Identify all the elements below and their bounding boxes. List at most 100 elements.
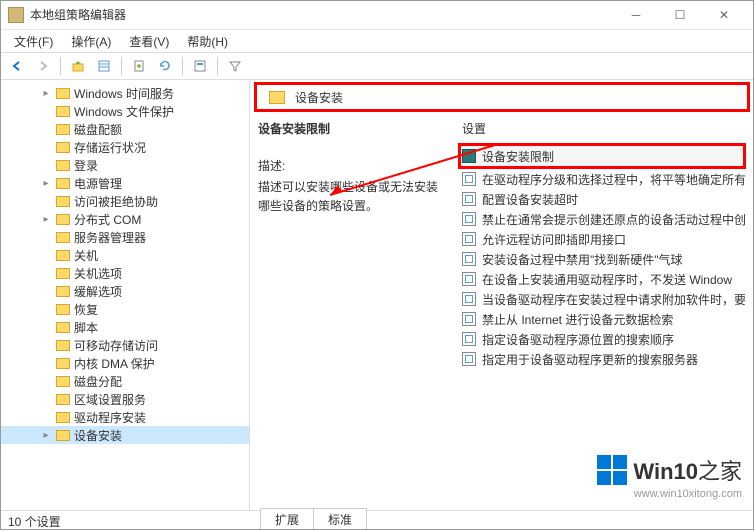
tree-item[interactable]: ▸关机 — [0, 246, 249, 264]
tree-label: 区域设置服务 — [74, 391, 146, 408]
setting-policy[interactable]: 配置设备安装超时 — [458, 189, 746, 209]
tree-label: 存储运行状况 — [74, 139, 146, 156]
tree-item[interactable]: ▸登录 — [0, 156, 249, 174]
setting-label: 配置设备安装超时 — [482, 191, 578, 208]
tree-label: 可移动存储访问 — [74, 337, 158, 354]
tree-label: 设备安装 — [74, 427, 122, 444]
folder-icon — [56, 196, 70, 207]
expand-arrow-icon[interactable]: ▸ — [40, 430, 52, 441]
minimize-button[interactable]: ─ — [614, 1, 658, 29]
policy-icon — [462, 232, 476, 246]
tree-label: 磁盘分配 — [74, 373, 122, 390]
tree-label: 关机 — [74, 247, 98, 264]
expand-arrow-icon[interactable]: ▸ — [40, 88, 52, 99]
refresh-button[interactable] — [154, 55, 176, 77]
tree-panel[interactable]: ▸Windows 时间服务▸Windows 文件保护▸磁盘配额▸存储运行状况▸登… — [0, 80, 250, 510]
folder-icon — [56, 268, 70, 279]
tree-item[interactable]: ▸脚本 — [0, 318, 249, 336]
filter-button[interactable] — [224, 55, 246, 77]
maximize-button[interactable]: ☐ — [658, 1, 702, 29]
setting-label: 禁止从 Internet 进行设备元数据检索 — [482, 311, 673, 328]
tree-item[interactable]: ▸存储运行状况 — [0, 138, 249, 156]
setting-policy[interactable]: 在设备上安装通用驱动程序时，不发送 Window — [458, 269, 746, 289]
tree-item[interactable]: ▸Windows 文件保护 — [0, 102, 249, 120]
separator — [182, 57, 183, 75]
setting-policy[interactable]: 指定设备驱动程序源位置的搜索顺序 — [458, 329, 746, 349]
menu-action[interactable]: 操作(A) — [63, 31, 119, 52]
menu-file[interactable]: 文件(F) — [6, 31, 61, 52]
setting-policy[interactable]: 当设备驱动程序在安装过程中请求附加软件时，要 — [458, 289, 746, 309]
tree-item[interactable]: ▸内核 DMA 保护 — [0, 354, 249, 372]
folder-icon — [56, 322, 70, 333]
folder-icon — [269, 91, 285, 104]
folder-icon — [56, 106, 70, 117]
expand-arrow-icon[interactable]: ▸ — [40, 214, 52, 225]
list-button[interactable] — [93, 55, 115, 77]
setting-label: 指定用于设备驱动程序更新的搜索服务器 — [482, 351, 698, 368]
tree-label: 磁盘配额 — [74, 121, 122, 138]
tree-item[interactable]: ▸磁盘分配 — [0, 372, 249, 390]
folder-icon — [56, 358, 70, 369]
tree-label: Windows 文件保护 — [74, 103, 174, 120]
tab-standard[interactable]: 标准 — [313, 508, 367, 530]
folder-icon — [56, 250, 70, 261]
tree-item[interactable]: ▸驱动程序安装 — [0, 408, 249, 426]
tab-extended[interactable]: 扩展 — [260, 508, 313, 530]
tree-label: 登录 — [74, 157, 98, 174]
column-header[interactable]: 设置 — [458, 120, 746, 137]
folder-icon — [56, 160, 70, 171]
folder-icon — [56, 286, 70, 297]
up-button[interactable] — [67, 55, 89, 77]
policy-icon — [462, 352, 476, 366]
setting-folder[interactable]: 设备安装限制 — [458, 143, 746, 169]
folder-icon — [56, 214, 70, 225]
folder-icon — [56, 142, 70, 153]
tree-label: 分布式 COM — [74, 211, 141, 228]
tree-item[interactable]: ▸ 设备安装 — [0, 426, 249, 444]
tree-item[interactable]: ▸缓解选项 — [0, 282, 249, 300]
tree-item[interactable]: ▸区域设置服务 — [0, 390, 249, 408]
tree-item[interactable]: ▸磁盘配额 — [0, 120, 249, 138]
properties-button[interactable] — [189, 55, 211, 77]
menu-view[interactable]: 查看(V) — [121, 31, 177, 52]
policy-icon — [462, 212, 476, 226]
tree-item[interactable]: ▸电源管理 — [0, 174, 249, 192]
setting-policy[interactable]: 在驱动程序分级和选择过程中，将平等地确定所有 — [458, 169, 746, 189]
status-text: 10 个设置 — [8, 513, 61, 530]
folder-icon — [56, 232, 70, 243]
policy-icon — [462, 172, 476, 186]
setting-policy[interactable]: 指定用于设备驱动程序更新的搜索服务器 — [458, 349, 746, 369]
back-button[interactable] — [6, 55, 28, 77]
path-header: 设备安装 — [254, 82, 750, 112]
setting-policy[interactable]: 禁止从 Internet 进行设备元数据检索 — [458, 309, 746, 329]
setting-label: 在驱动程序分级和选择过程中，将平等地确定所有 — [482, 171, 746, 188]
tree-label: Windows 时间服务 — [74, 85, 174, 102]
tree-item[interactable]: ▸ 分布式 COM — [0, 210, 249, 228]
forward-button[interactable] — [32, 55, 54, 77]
policy-icon — [462, 272, 476, 286]
setting-label: 禁止在通常会提示创建还原点的设备活动过程中创 — [482, 211, 746, 228]
menu-help[interactable]: 帮助(H) — [179, 31, 236, 52]
setting-policy[interactable]: 禁止在通常会提示创建还原点的设备活动过程中创 — [458, 209, 746, 229]
tree-item[interactable]: ▸服务器管理器 — [0, 228, 249, 246]
export-button[interactable] — [128, 55, 150, 77]
folder-icon — [56, 178, 70, 189]
setting-policy[interactable]: 安装设备过程中禁用"找到新硬件"气球 — [458, 249, 746, 269]
setting-policy[interactable]: 允许远程访问即插即用接口 — [458, 229, 746, 249]
setting-label: 允许远程访问即插即用接口 — [482, 231, 626, 248]
expand-arrow-icon[interactable]: ▸ — [40, 178, 52, 189]
policy-icon — [462, 252, 476, 266]
tree-label: 内核 DMA 保护 — [74, 355, 155, 372]
folder-icon — [56, 394, 70, 405]
separator — [121, 57, 122, 75]
tree-item[interactable]: ▸ Windows 时间服务 — [0, 84, 249, 102]
tree-label: 服务器管理器 — [74, 229, 146, 246]
tree-item[interactable]: ▸可移动存储访问 — [0, 336, 249, 354]
folder-icon — [462, 149, 476, 163]
folder-icon — [56, 340, 70, 351]
tree-item[interactable]: ▸恢复 — [0, 300, 249, 318]
tree-item[interactable]: ▸访问被拒绝协助 — [0, 192, 249, 210]
close-button[interactable]: ✕ — [702, 1, 746, 29]
tree-item[interactable]: ▸关机选项 — [0, 264, 249, 282]
folder-icon — [56, 376, 70, 387]
